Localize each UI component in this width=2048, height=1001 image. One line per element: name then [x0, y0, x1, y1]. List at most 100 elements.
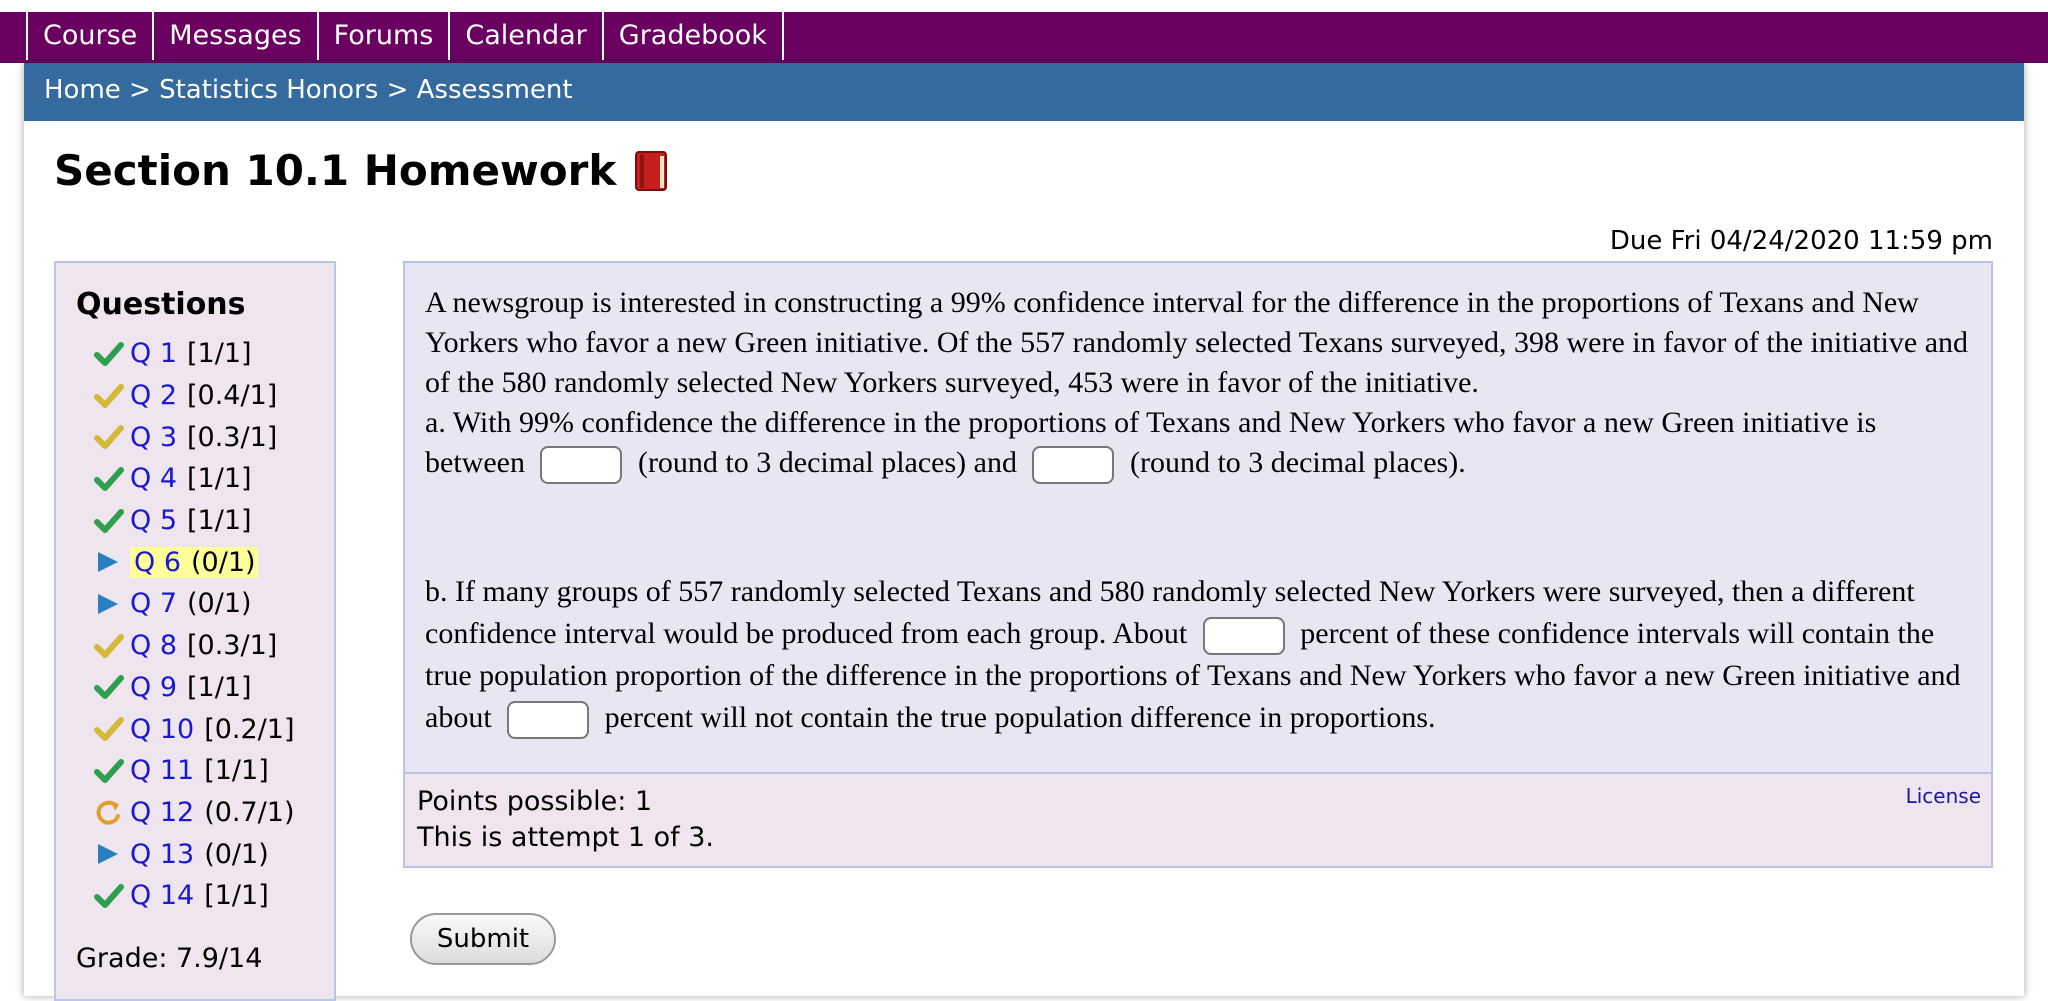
question-entry: Q 7 (0/1)	[130, 588, 252, 619]
question-box: A newsgroup is interested in constructin…	[403, 261, 1993, 774]
tab-gradebook[interactable]: Gradebook	[601, 12, 784, 60]
partial-check-icon	[94, 715, 124, 743]
question-entry: Q 12 (0.7/1)	[130, 797, 294, 828]
question-link[interactable]: Q 2	[130, 380, 177, 411]
checkmark-icon	[94, 465, 124, 493]
question-item: Q 3 [0.3/1]	[94, 416, 294, 458]
question-link[interactable]: Q 9	[130, 672, 177, 703]
partial-check-icon	[94, 632, 124, 660]
question-entry: Q 8 [0.3/1]	[130, 630, 277, 661]
question-item: Q 12 (0.7/1)	[94, 792, 294, 834]
part-b-contain-input[interactable]	[1202, 617, 1285, 656]
question-entry: Q 2 [0.4/1]	[130, 380, 277, 411]
question-intro: A newsgroup is interested in constructin…	[425, 286, 1969, 399]
attempt-info: This is attempt 1 of 3.	[417, 822, 714, 853]
question-item: Q 5 [1/1]	[94, 500, 294, 542]
question-entry: Q 5 [1/1]	[130, 505, 252, 536]
sidebar-title: Questions	[76, 287, 246, 322]
question-link[interactable]: Q 1	[130, 338, 177, 369]
question-link[interactable]: Q 3	[130, 422, 177, 453]
question-score: [0.4/1]	[187, 380, 278, 412]
tab-messages[interactable]: Messages	[152, 12, 316, 60]
question-item: Q 13 (0/1)	[94, 833, 294, 875]
question-item: Q 11 [1/1]	[94, 750, 294, 792]
question-part-a: a. With 99% confidence the difference in…	[425, 403, 1975, 485]
question-score: [1/1]	[187, 505, 252, 537]
question-item: Q 4 [1/1]	[94, 458, 294, 500]
breadcrumb-home-link[interactable]: Home	[44, 75, 121, 105]
question-score: [1/1]	[204, 755, 269, 787]
play-arrow-icon	[94, 590, 124, 618]
top-nav-tabs: Course Messages Forums Calendar Gradeboo…	[26, 12, 784, 60]
question-score: [1/1]	[187, 671, 252, 703]
question-entry: Q 10 [0.2/1]	[130, 714, 294, 745]
question-link[interactable]: Q 7	[130, 588, 177, 619]
tab-course[interactable]: Course	[26, 12, 152, 60]
question-score: (0/1)	[191, 546, 256, 578]
question-item: Q 2 [0.4/1]	[94, 375, 294, 417]
question-score: (0.7/1)	[204, 796, 295, 828]
license-link[interactable]: License	[1906, 784, 1981, 808]
question-entry: Q 1 [1/1]	[130, 338, 252, 369]
breadcrumb-course-link[interactable]: Statistics Honors	[159, 75, 378, 105]
question-link[interactable]: Q 6	[134, 547, 181, 578]
checkmark-icon	[94, 882, 124, 910]
question-item: Q 10 [0.2/1]	[94, 708, 294, 750]
checkmark-icon	[94, 507, 124, 535]
tab-forums[interactable]: Forums	[316, 12, 449, 60]
page-title: Section 10.1 Homework	[54, 146, 668, 195]
checkmark-icon	[94, 757, 124, 785]
question-link[interactable]: Q 11	[130, 755, 194, 786]
breadcrumb-separator: >	[378, 75, 417, 105]
due-date: Due Fri 04/24/2020 11:59 pm	[1609, 226, 1993, 256]
part-a-upper-input[interactable]	[1032, 446, 1115, 485]
breadcrumb-separator: >	[120, 75, 160, 105]
question-link[interactable]: Q 8	[130, 630, 177, 661]
question-link[interactable]: Q 12	[130, 797, 194, 828]
tab-calendar[interactable]: Calendar	[448, 12, 601, 60]
question-score: [1/1]	[187, 463, 252, 495]
page-title-text: Section 10.1 Homework	[54, 146, 617, 195]
book-icon	[634, 150, 668, 192]
question-entry: Q 13 (0/1)	[130, 839, 269, 870]
questions-sidebar: Questions Q 1 [1/1] Q 2 [0.4/1] Q 3 [0.3/1] Q …	[54, 261, 336, 1001]
question-link[interactable]: Q 4	[130, 463, 177, 494]
checkmark-icon	[94, 340, 124, 368]
part-a-lower-input[interactable]	[540, 446, 623, 485]
question-entry: Q 4 [1/1]	[130, 463, 252, 494]
question-entry: Q 6 (0/1)	[130, 546, 258, 578]
part-a-text-3: (round to 3 decimal places).	[1129, 446, 1466, 479]
submit-button[interactable]: Submit	[410, 913, 556, 965]
question-link[interactable]: Q 13	[130, 839, 194, 870]
question-entry: Q 11 [1/1]	[130, 755, 269, 786]
question-link[interactable]: Q 5	[130, 505, 177, 536]
grade-summary: Grade: 7.9/14	[76, 943, 263, 974]
question-score: (0/1)	[204, 838, 269, 870]
question-link[interactable]: Q 10	[130, 714, 194, 745]
breadcrumb-current: Assessment	[416, 75, 573, 105]
breadcrumb: Home > Statistics Honors > Assessment	[24, 63, 2024, 121]
question-entry: Q 9 [1/1]	[130, 672, 252, 703]
part-b-not-contain-input[interactable]	[507, 701, 590, 740]
play-arrow-icon	[94, 840, 124, 868]
question-entry: Q 3 [0.3/1]	[130, 422, 277, 453]
part-b-text-3: percent will not contain the true popula…	[604, 701, 1436, 735]
question-item: Q 9 [1/1]	[94, 667, 294, 709]
top-navigation-bar: Course Messages Forums Calendar Gradeboo…	[0, 12, 2048, 60]
retry-icon	[94, 798, 124, 826]
question-part-b: b. If many groups of 557 randomly select…	[425, 571, 1975, 740]
question-item: Q 7 (0/1)	[94, 583, 294, 625]
partial-check-icon	[94, 423, 124, 451]
question-item: Q 1 [1/1]	[94, 333, 294, 375]
question-score: [0.3/1]	[187, 421, 278, 453]
question-score: [0.2/1]	[204, 713, 295, 745]
question-item: Q 6 (0/1)	[94, 541, 294, 583]
question-item: Q 14 [1/1]	[94, 875, 294, 917]
question-score: [1/1]	[204, 880, 269, 912]
points-possible: Points possible: 1	[417, 786, 653, 817]
points-info: Points possible: 1 This is attempt 1 of …	[403, 774, 1993, 868]
question-link[interactable]: Q 14	[130, 880, 194, 911]
question-list: Q 1 [1/1] Q 2 [0.4/1] Q 3 [0.3/1] Q 4 [1/1] Q 5 […	[94, 333, 294, 917]
play-arrow-icon	[94, 548, 124, 576]
question-score: (0/1)	[187, 588, 252, 620]
